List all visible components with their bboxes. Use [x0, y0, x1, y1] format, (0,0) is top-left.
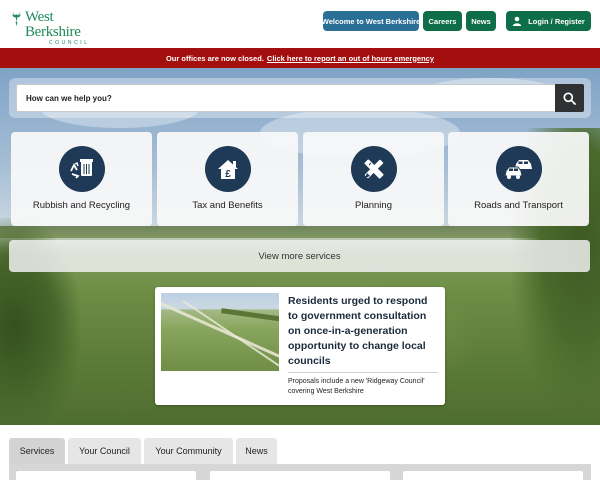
service-card-tax-benefits[interactable]: £ Tax and Benefits: [157, 132, 298, 226]
news-button[interactable]: News: [466, 11, 496, 31]
service-card-label: Planning: [355, 200, 392, 211]
login-register-button[interactable]: Login / Register: [506, 11, 591, 31]
panel-card[interactable]: [403, 471, 583, 480]
search-icon: [563, 91, 576, 105]
svg-text:£: £: [225, 169, 231, 180]
view-more-services-button[interactable]: View more services: [9, 240, 590, 272]
tab-services[interactable]: Services: [9, 438, 65, 464]
news-divider: [288, 372, 438, 373]
out-of-hours-emergency-link[interactable]: Click here to report an out of hours eme…: [267, 54, 434, 63]
service-card-rubbish-recycling[interactable]: Rubbish and Recycling: [11, 132, 152, 226]
careers-button[interactable]: Careers: [423, 11, 462, 31]
service-card-roads-transport[interactable]: Roads and Transport: [448, 132, 589, 226]
search-button[interactable]: [555, 84, 584, 112]
recycling-bin-icon: [58, 146, 105, 192]
tab-news[interactable]: News: [236, 438, 277, 464]
logo-name: West Berkshire: [24, 9, 81, 40]
offices-closed-alert: Our offices are now closed. Click here t…: [0, 48, 600, 68]
news-title-link[interactable]: Residents urged to respond to government…: [288, 294, 438, 369]
service-card-label: Rubbish and Recycling: [32, 200, 131, 211]
service-card-label: Roads and Transport: [474, 200, 563, 211]
news-image: [161, 293, 279, 371]
tab-your-council[interactable]: Your Council: [68, 438, 141, 464]
login-register-label: Login / Register: [528, 16, 585, 26]
stag-icon: [11, 11, 22, 27]
site-header: West Berkshire COUNCIL Welcome to West B…: [0, 0, 600, 48]
pencil-ruler-icon: [350, 146, 397, 192]
search-input[interactable]: How can we help you?: [16, 84, 556, 112]
service-card-label: Tax and Benefits: [192, 200, 263, 211]
panel-card[interactable]: [16, 471, 196, 480]
logo-subtitle: COUNCIL: [48, 40, 90, 46]
panel-card[interactable]: [210, 471, 390, 480]
news-feature-card[interactable]: Residents urged to respond to government…: [155, 287, 445, 405]
news-summary: Proposals include a new 'Ridgeway Counci…: [288, 378, 425, 395]
user-icon: [512, 16, 522, 26]
service-card-planning[interactable]: Planning: [303, 132, 444, 226]
welcome-button[interactable]: Welcome to West Berkshire: [322, 11, 420, 31]
pound-house-icon: £: [204, 146, 251, 192]
tab-your-community[interactable]: Your Community: [144, 438, 233, 464]
alert-text: Our offices are now closed.: [165, 53, 264, 63]
cars-icon: [495, 146, 542, 192]
site-logo[interactable]: West Berkshire COUNCIL: [10, 10, 106, 46]
